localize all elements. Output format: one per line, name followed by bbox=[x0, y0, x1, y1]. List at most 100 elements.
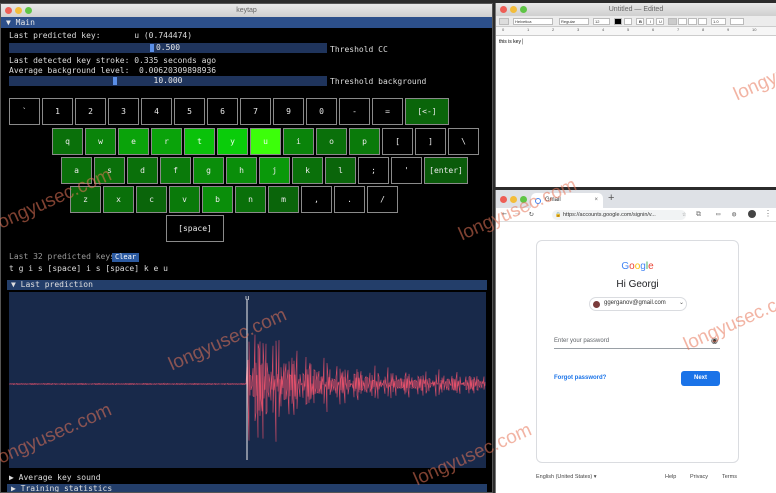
close-icon[interactable] bbox=[500, 196, 507, 203]
forward-icon[interactable]: → bbox=[515, 209, 520, 218]
threshold-background-label: Threshold background bbox=[330, 77, 427, 86]
line-spacing-select[interactable]: 1.0 bbox=[711, 18, 726, 25]
key-2-8: l bbox=[325, 157, 356, 184]
font-style-select[interactable]: Regular bbox=[559, 18, 589, 25]
forgot-password-link[interactable]: Forgot password? bbox=[554, 375, 606, 381]
tab-close-icon[interactable]: × bbox=[594, 193, 598, 208]
clear-button[interactable]: Clear bbox=[112, 253, 140, 262]
back-icon[interactable]: ← bbox=[502, 209, 507, 218]
threshold-background-slider[interactable]: 10.000 bbox=[9, 76, 327, 86]
key-0-10: - bbox=[339, 98, 370, 125]
close-icon[interactable] bbox=[500, 6, 507, 13]
align-left-icon[interactable] bbox=[668, 18, 677, 25]
address-bar[interactable]: 🔒 https://accounts.google.com/signin/v..… bbox=[552, 210, 686, 220]
tab-favicon-icon bbox=[535, 198, 541, 204]
textedit-ruler[interactable]: 0 1 2 3 4 5 6 7 8 9 10 bbox=[496, 27, 776, 36]
terms-link[interactable]: Terms bbox=[722, 474, 737, 480]
chrome-menu-icon[interactable]: ⋮ bbox=[764, 209, 772, 218]
ruler-tick-label: 5 bbox=[627, 27, 630, 32]
minimize-icon[interactable] bbox=[15, 7, 22, 14]
key-2-4: g bbox=[193, 157, 224, 184]
font-size-select[interactable]: 12 bbox=[593, 18, 610, 25]
textedit-titlebar: Untitled — Edited bbox=[496, 3, 776, 16]
password-field[interactable]: Enter your password ◉ bbox=[554, 335, 720, 349]
privacy-link[interactable]: Privacy bbox=[690, 474, 708, 480]
tab-gmail[interactable]: Gmail × bbox=[531, 193, 603, 208]
last-stroke-text: Last detected key stroke: 0.335 seconds … bbox=[9, 56, 217, 65]
key-2-6: j bbox=[259, 157, 290, 184]
bookmark-star-icon[interactable]: ☆ bbox=[682, 210, 686, 218]
key-0-7: 7 bbox=[240, 98, 271, 125]
help-link[interactable]: Help bbox=[665, 474, 676, 480]
language-select[interactable]: English (United States) ▾ bbox=[536, 474, 597, 480]
document-text[interactable]: this is key│ bbox=[499, 39, 524, 45]
key-2-1: s bbox=[94, 157, 125, 184]
avg-background-text: Average background level: 0.006203098989… bbox=[9, 66, 217, 75]
textedit-document[interactable]: this is key│ bbox=[496, 36, 776, 48]
key-0-1: 1 bbox=[42, 98, 73, 125]
training-statistics-header[interactable]: ▶ Training statistics bbox=[7, 484, 487, 492]
profile-avatar-icon[interactable] bbox=[748, 210, 756, 218]
underline-icon[interactable]: U bbox=[656, 18, 664, 25]
eye-off-icon[interactable]: ◉ bbox=[711, 336, 718, 345]
minimize-icon[interactable] bbox=[510, 6, 517, 13]
greeting-heading: Hi Georgi bbox=[616, 279, 659, 290]
last-prediction-label: Last prediction bbox=[20, 280, 93, 289]
zoom-icon[interactable] bbox=[25, 7, 32, 14]
textedit-format-bar: Helvetica Regular 12 B I U 1.0 bbox=[496, 16, 776, 27]
key-1-5: y bbox=[217, 128, 248, 155]
average-key-sound-label: Average key sound bbox=[18, 473, 101, 482]
signin-card: Google Hi Georgi ggerganov@gmail.com ⌄ E… bbox=[536, 240, 739, 463]
align-center-icon[interactable] bbox=[678, 18, 687, 25]
italic-icon[interactable]: I bbox=[646, 18, 654, 25]
collapsed-arrow-icon: ▶ bbox=[9, 473, 19, 482]
text-color-well[interactable] bbox=[614, 18, 622, 25]
key-2-2: d bbox=[127, 157, 158, 184]
threshold-cc-value: 0.500 bbox=[155, 43, 181, 52]
key-3-7: , bbox=[301, 186, 332, 213]
key-1-7: i bbox=[283, 128, 314, 155]
zoom-icon[interactable] bbox=[520, 196, 527, 203]
ruler-tick-label: 9 bbox=[727, 27, 730, 32]
account-avatar-icon bbox=[593, 301, 600, 308]
textedit-window: Untitled — Edited Helvetica Regular 12 B… bbox=[495, 3, 776, 187]
average-key-sound-header[interactable]: ▶ Average key sound bbox=[9, 473, 101, 482]
new-tab-button[interactable]: + bbox=[608, 192, 614, 204]
key-2-7: k bbox=[292, 157, 323, 184]
key-0-2: 2 bbox=[75, 98, 106, 125]
tab-title: Gmail bbox=[545, 197, 561, 203]
highlight-color-well[interactable] bbox=[624, 18, 632, 25]
last-predicted-value: u (0.744474) bbox=[134, 31, 193, 40]
key-2-0: a bbox=[61, 157, 92, 184]
key-1-6: u bbox=[250, 128, 281, 155]
last-predicted-keys-label: Last 32 predicted keys: bbox=[9, 252, 120, 261]
account-chip[interactable]: ggerganov@gmail.com ⌄ bbox=[589, 297, 687, 311]
list-bullets-icon[interactable] bbox=[730, 18, 744, 25]
zoom-icon[interactable] bbox=[520, 6, 527, 13]
key-3-6: m bbox=[268, 186, 299, 213]
main-header-label: Main bbox=[15, 18, 35, 27]
font-family-select[interactable]: Helvetica bbox=[513, 18, 553, 25]
key-1-11: ] bbox=[415, 128, 446, 155]
minimize-icon[interactable] bbox=[510, 196, 517, 203]
align-right-icon[interactable] bbox=[688, 18, 697, 25]
lock-icon: 🔒 bbox=[555, 212, 562, 218]
next-button[interactable]: Next bbox=[681, 371, 720, 386]
last-prediction-header[interactable]: ▼ Last prediction bbox=[7, 280, 487, 290]
extension-icon[interactable]: ⧉ bbox=[696, 210, 701, 219]
key-2-11: [enter] bbox=[424, 157, 468, 184]
globe-icon[interactable]: ◍ bbox=[732, 210, 736, 218]
key-0-5: 5 bbox=[174, 98, 205, 125]
bold-icon[interactable]: B bbox=[636, 18, 644, 25]
key-3-0: z bbox=[70, 186, 101, 213]
threshold-cc-slider[interactable]: 0.500 bbox=[9, 43, 327, 53]
key-1-8: o bbox=[316, 128, 347, 155]
paragraph-style-icon[interactable] bbox=[499, 18, 509, 25]
close-icon[interactable] bbox=[5, 7, 12, 14]
cast-icon[interactable]: ▭ bbox=[716, 210, 720, 218]
justify-icon[interactable] bbox=[698, 18, 707, 25]
main-section-header[interactable]: ▼ Main bbox=[1, 17, 492, 28]
chrome-tab-strip: Gmail × + bbox=[496, 190, 776, 208]
key-0-3: 3 bbox=[108, 98, 139, 125]
reload-icon[interactable]: ↻ bbox=[529, 209, 534, 218]
